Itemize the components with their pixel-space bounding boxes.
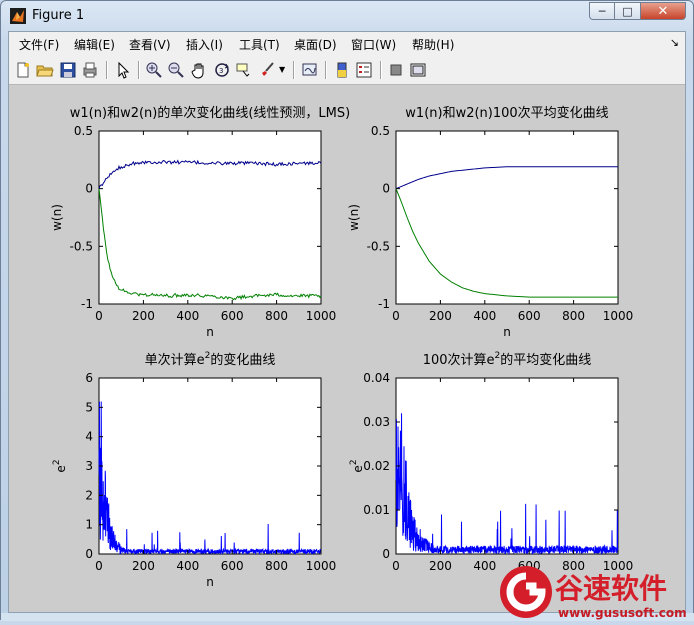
y-tick-label: 0.03 (363, 415, 390, 429)
figure-window: Figure 1 ─ □ ✕ 文件(F) 编辑(E) 查看(V) 插入(I) 工… (0, 0, 694, 621)
x-axis-label: n (206, 325, 214, 339)
watermark-brand: 谷速软件 (555, 572, 667, 605)
gususoft-logo-icon: 谷速软件 www.gususoft.com (500, 566, 687, 620)
x-tick-label: 200 (132, 559, 155, 573)
x-axis-label: n (503, 325, 511, 339)
y-tick-label: 0 (382, 547, 390, 561)
x-tick-label: 800 (562, 309, 585, 323)
x-tick-label: 800 (265, 559, 288, 573)
y-tick-label: 6 (85, 371, 93, 385)
x-tick-label: 400 (473, 309, 496, 323)
x-tick-label: 1000 (306, 559, 337, 573)
y-tick-label: 0.04 (363, 371, 390, 385)
x-tick-label: 1000 (603, 309, 634, 323)
y-axis-label: w(n) (347, 204, 361, 231)
x-tick-label: 200 (429, 309, 452, 323)
x-tick-label: 200 (429, 559, 452, 573)
y-axis-label: w(n) (50, 204, 64, 231)
y-tick-label: -1 (81, 297, 93, 311)
y-tick-label: 3 (85, 459, 93, 473)
x-tick-label: 0 (95, 559, 103, 573)
chart-title: 单次计算e2的变化曲线 (145, 351, 276, 368)
plot-area (395, 130, 619, 305)
y-axis-label: e2 (52, 459, 68, 472)
y-tick-label: 0.5 (371, 124, 390, 138)
y-tick-label: 2 (85, 488, 93, 502)
x-tick-label: 1000 (306, 309, 337, 323)
plot-area (98, 377, 322, 555)
y-tick-label: -1 (378, 297, 390, 311)
watermark-url: www.gususoft.com (558, 606, 687, 620)
y-tick-label: 0 (85, 182, 93, 196)
x-axis-label: n (206, 575, 214, 589)
plot-area (98, 130, 322, 305)
chart-title: w1(n)和w2(n)100次平均变化曲线 (405, 105, 608, 121)
x-tick-label: 600 (518, 309, 541, 323)
y-tick-label: 0 (382, 182, 390, 196)
x-tick-label: 0 (392, 309, 400, 323)
x-tick-label: 400 (473, 559, 496, 573)
x-tick-label: 0 (95, 309, 103, 323)
chart-title: 100次计算e2的平均变化曲线 (423, 351, 592, 368)
x-tick-label: 400 (176, 559, 199, 573)
x-tick-label: 0 (392, 559, 400, 573)
y-tick-label: 5 (85, 400, 93, 414)
x-tick-label: 800 (265, 309, 288, 323)
y-tick-label: 0.01 (363, 503, 390, 517)
y-tick-label: 0 (85, 547, 93, 561)
y-tick-label: 1 (85, 518, 93, 532)
y-tick-label: 4 (85, 430, 93, 444)
figure-plots: 0 200 400 600 800 1000-1-0.500.5w1(n)和w2(n)的单… (50, 105, 634, 589)
x-tick-label: 400 (176, 309, 199, 323)
y-tick-label: -0.5 (367, 239, 390, 253)
y-tick-label: 0.02 (363, 459, 390, 473)
plot-area (395, 377, 619, 555)
y-tick-label: -0.5 (70, 239, 93, 253)
x-tick-label: 600 (221, 309, 244, 323)
y-tick-label: 0.5 (74, 124, 93, 138)
x-tick-label: 200 (132, 309, 155, 323)
x-tick-label: 600 (221, 559, 244, 573)
chart-title: w1(n)和w2(n)的单次变化曲线(线性预测，LMS) (70, 105, 350, 121)
watermark-logo: 谷速软件 www.gususoft.com (498, 564, 694, 625)
